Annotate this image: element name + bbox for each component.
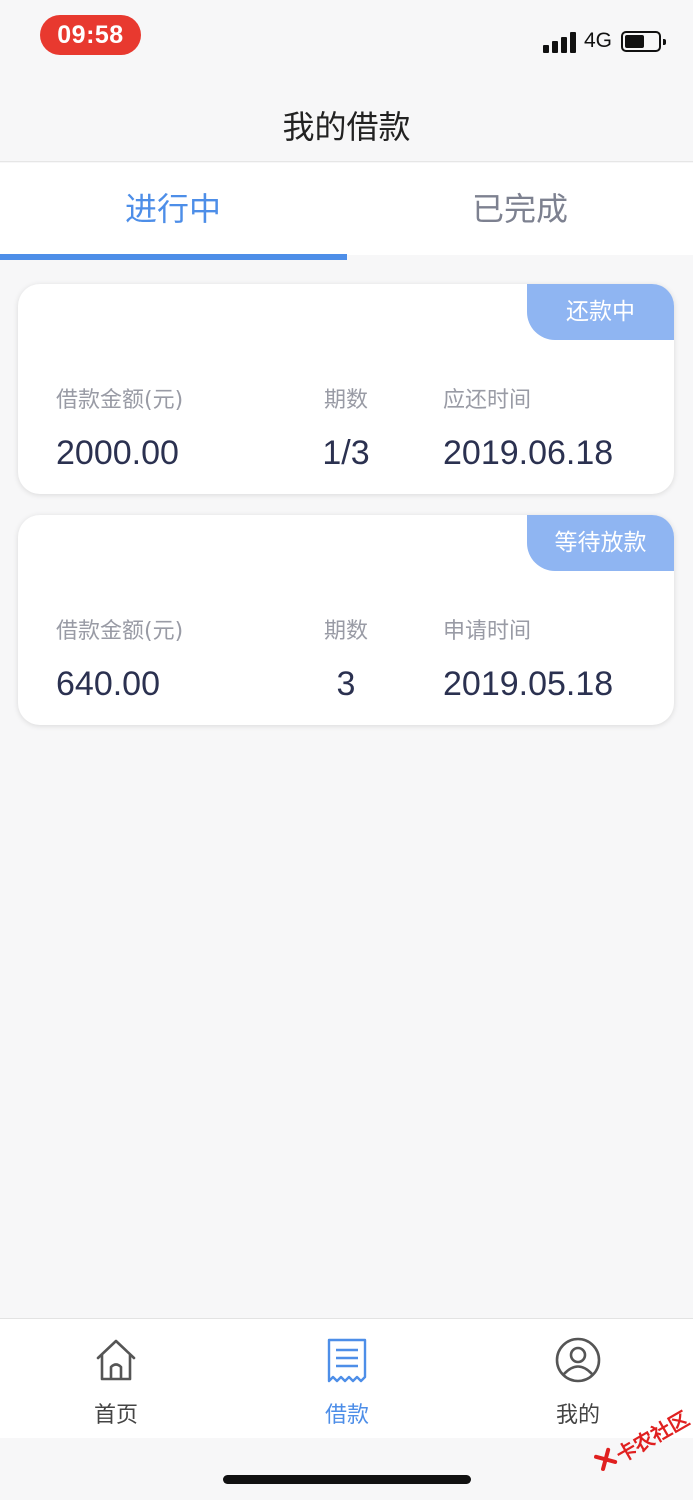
- tab-completed[interactable]: 已完成: [347, 163, 693, 255]
- tab-underline: [0, 254, 347, 260]
- screen: 09:58 4G 我的借款 进行中 已完成 还款中 借款金额(元) 2000.0…: [0, 0, 693, 1500]
- amount-column: 借款金额(元) 640.00: [56, 617, 183, 706]
- periods-label: 期数: [323, 619, 368, 644]
- page-title: 我的借款: [282, 108, 411, 146]
- date-value: 2019.05.18: [443, 665, 614, 703]
- tabbar-item-home[interactable]: 首页: [56, 1319, 176, 1439]
- tabbar-item-loan[interactable]: 借款: [287, 1319, 407, 1439]
- loan-tabs: 进行中 已完成: [0, 163, 693, 255]
- date-label: 应还时间: [443, 388, 532, 413]
- periods-column: 期数 1/3: [296, 386, 396, 475]
- amount-label: 借款金额(元): [56, 619, 184, 644]
- loan-card[interactable]: 等待放款 借款金额(元) 640.00 期数 3 申请时间 2019.05.18: [18, 515, 674, 725]
- home-icon: [96, 1339, 136, 1381]
- status-bar: 09:58 4G: [0, 0, 693, 80]
- date-label: 申请时间: [443, 619, 532, 644]
- amount-value: 640.00: [56, 665, 160, 703]
- amount-label: 借款金额(元): [56, 388, 184, 413]
- status-time: 09:58: [40, 15, 141, 55]
- status-badge: 等待放款: [527, 515, 674, 571]
- home-indicator: [223, 1475, 471, 1484]
- periods-column: 期数 3: [296, 617, 396, 706]
- profile-icon: [555, 1337, 601, 1383]
- tabbar-label: 首页: [93, 1403, 138, 1428]
- tabbar-item-mine[interactable]: 我的: [518, 1319, 638, 1439]
- tabbar-label: 借款: [324, 1403, 369, 1428]
- signal-icon: [543, 31, 577, 53]
- battery-icon: [621, 31, 666, 52]
- date-column: 应还时间 2019.06.18: [443, 386, 613, 475]
- tab-in-progress[interactable]: 进行中: [0, 163, 346, 255]
- date-value: 2019.06.18: [443, 434, 614, 472]
- bottom-tab-bar: 首页 借款 我的: [0, 1318, 693, 1438]
- amount-column: 借款金额(元) 2000.00: [56, 386, 183, 475]
- receipt-icon: [327, 1338, 367, 1383]
- loan-card[interactable]: 还款中 借款金额(元) 2000.00 期数 1/3 应还时间 2019.06.…: [18, 284, 674, 494]
- status-badge: 还款中: [527, 284, 674, 340]
- network-label: 4G: [584, 29, 613, 52]
- periods-label: 期数: [323, 388, 368, 413]
- periods-value: 1/3: [322, 434, 370, 472]
- periods-value: 3: [336, 665, 356, 703]
- nav-header: 我的借款: [0, 80, 693, 162]
- amount-value: 2000.00: [56, 434, 179, 472]
- date-column: 申请时间 2019.05.18: [443, 617, 613, 706]
